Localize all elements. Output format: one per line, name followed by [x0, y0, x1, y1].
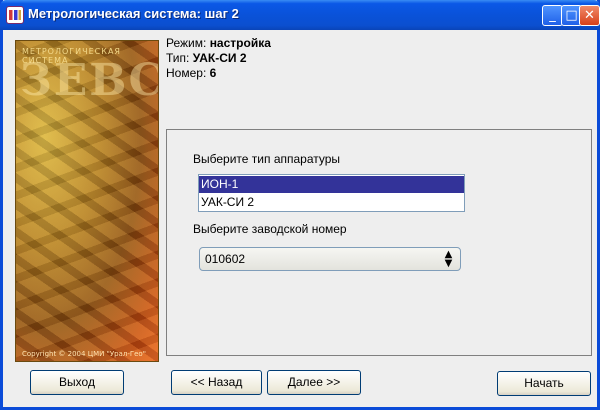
spinner-arrows-icon[interactable]: ▲ ▼ [440, 250, 457, 269]
type-value: УАК-СИ 2 [192, 51, 247, 65]
equipment-type-label: Выберите тип аппаратуры [193, 152, 341, 166]
list-item-ion-1[interactable]: ИОН-1 [199, 176, 464, 193]
back-button[interactable]: << Назад [171, 370, 262, 395]
mode-line: Режим: настройка [166, 36, 271, 51]
serial-number-label: Выберите заводской номер [193, 222, 347, 236]
banner-copyright: Copyright © 2004 ЦМИ "Урал-Гео" [22, 350, 146, 358]
close-button[interactable]: ✕ [579, 5, 600, 26]
type-label: Тип: [166, 51, 190, 65]
app-icon[interactable] [6, 6, 24, 24]
list-item-uak-si-2[interactable]: УАК-СИ 2 [199, 194, 464, 211]
window-title: Метрологическая система: шаг 2 [28, 6, 239, 21]
serial-number-value: 010602 [205, 252, 246, 266]
info-block: Режим: настройка Тип: УАК-СИ 2 Номер: 6 [166, 36, 271, 81]
exit-button[interactable]: Выход [30, 370, 124, 395]
title-bar[interactable]: Метрологическая система: шаг 2 _ □ ✕ [0, 0, 600, 30]
mode-value: настройка [209, 36, 271, 50]
next-button[interactable]: Далее >> [267, 370, 361, 395]
banner-logo: ЗЕВС [20, 55, 159, 106]
start-button[interactable]: Начать [497, 371, 591, 396]
number-label: Номер: [166, 66, 207, 80]
mode-label: Режим: [166, 36, 207, 50]
type-line: Тип: УАК-СИ 2 [166, 51, 271, 66]
side-banner-image: МЕТРОЛОГИЧЕСКАЯ СИСТЕМА ЗЕВС Copyright ©… [15, 40, 159, 362]
number-value: 6 [209, 66, 217, 80]
minimize-button[interactable]: _ [542, 5, 563, 26]
serial-number-combo[interactable]: 010602 ▲ ▼ [199, 247, 461, 271]
equipment-type-list[interactable]: ИОН-1 УАК-СИ 2 [198, 174, 465, 212]
app-window: Метрологическая система: шаг 2 _ □ ✕ МЕТ… [0, 0, 600, 410]
number-line: Номер: 6 [166, 66, 271, 81]
